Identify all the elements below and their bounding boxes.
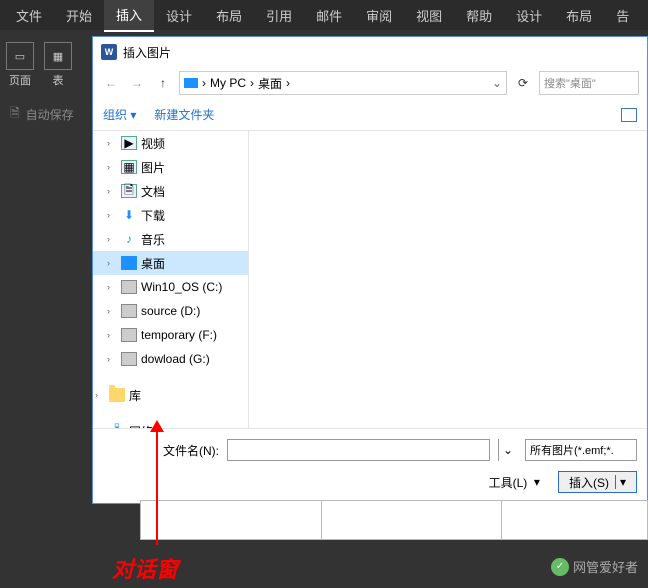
tree-item[interactable]: ›🖧网络 [93, 419, 248, 428]
chevron-right-icon: › [202, 76, 206, 90]
chevron-down-icon: ▾ [130, 108, 136, 122]
chevron-right-icon[interactable]: › [107, 186, 117, 196]
table-icon: ▦ [44, 42, 72, 70]
tree-item[interactable]: ›▶视频 [93, 131, 248, 155]
chevron-right-icon[interactable]: › [107, 306, 117, 316]
ribbon-tab[interactable]: 帮助 [454, 0, 504, 31]
insert-drop-icon[interactable]: ▾ [615, 475, 626, 489]
filename-label: 文件名(N): [163, 442, 219, 459]
filename-input[interactable] [227, 439, 490, 461]
chevron-right-icon[interactable]: › [107, 330, 117, 340]
annotation-text: 对话窗 [112, 552, 178, 584]
tree-item-label: dowload (G:) [141, 352, 210, 366]
chevron-right-icon[interactable]: › [95, 390, 105, 400]
tools-button[interactable]: 工具(L) ▾ [479, 471, 550, 493]
tree-item-label: 库 [129, 387, 141, 404]
annotation-arrow [156, 425, 158, 545]
tree-item-label: 文档 [141, 183, 165, 200]
insert-picture-dialog: W 插入图片 ← → ↑ › My PC › 桌面 › ⌄ ⟳ 搜索"桌面" 组… [92, 36, 648, 504]
tree-item[interactable]: › 桌面 [93, 251, 248, 275]
dialog-titlebar: W 插入图片 [93, 37, 647, 67]
chevron-right-icon[interactable]: › [107, 234, 117, 244]
ribbon-tab[interactable]: 告 [604, 0, 641, 31]
insert-button[interactable]: 插入(S)▾ [558, 471, 637, 493]
table-label: 表 [53, 72, 64, 88]
ribbon-tab[interactable]: 设计 [154, 0, 204, 31]
doc-icon: 🗎 [10, 104, 20, 125]
watermark-text: 网管爱好者 [573, 557, 638, 576]
organize-button[interactable]: 组织 ▾ [103, 106, 136, 123]
refresh-icon[interactable]: ⟳ [513, 73, 533, 93]
tree-item-label: 桌面 [141, 255, 165, 272]
tree-item[interactable]: › Win10_OS (C:) [93, 275, 248, 299]
ribbon-tab[interactable]: 文件 [4, 0, 54, 31]
chevron-right-icon[interactable]: › [95, 426, 105, 428]
tree-item-label: 图片 [141, 159, 165, 176]
ribbon-tab[interactable]: 审阅 [354, 0, 404, 31]
ribbon-tab[interactable]: 插入 [104, 0, 154, 32]
panel-table[interactable]: ▦ 表 [44, 42, 72, 88]
filename-drop-icon[interactable]: ⌄ [498, 439, 517, 461]
pc-icon [184, 78, 198, 88]
dialog-footer: 文件名(N): ⌄ 所有图片(*.emf;*. 工具(L) ▾ 插入(S)▾ [93, 428, 647, 503]
breadcrumb-drop-icon[interactable]: ⌄ [492, 76, 502, 90]
chevron-right-icon: › [250, 76, 254, 90]
crumb-desktop[interactable]: 桌面 [258, 75, 282, 92]
ribbon-tab[interactable]: 布局 [204, 0, 254, 31]
dialog-title-text: 插入图片 [123, 44, 171, 61]
ribbon-tab[interactable]: 布局 [554, 0, 604, 31]
tree-item-label: source (D:) [141, 304, 200, 318]
nav-forward-icon[interactable]: → [127, 73, 147, 93]
page-label: 页面 [9, 72, 31, 88]
chevron-right-icon[interactable]: › [107, 354, 117, 364]
wechat-icon: ✓ [551, 558, 569, 576]
nav-up-icon[interactable]: ↑ [153, 73, 173, 93]
chevron-right-icon: › [286, 76, 290, 90]
tree-item-label: temporary (F:) [141, 328, 217, 342]
chevron-right-icon[interactable]: › [107, 210, 117, 220]
chevron-right-icon[interactable]: › [107, 258, 117, 268]
ribbon-tab[interactable]: 开始 [54, 0, 104, 31]
dialog-toolbar: 组织 ▾ 新建文件夹 [93, 99, 647, 131]
chevron-right-icon[interactable]: › [107, 162, 117, 172]
tree-item-label: Win10_OS (C:) [141, 280, 222, 294]
file-type-filter[interactable]: 所有图片(*.emf;*. [525, 439, 637, 461]
tree-item-label: 下载 [141, 207, 165, 224]
tree-item[interactable]: › source (D:) [93, 299, 248, 323]
chevron-right-icon[interactable]: › [107, 282, 117, 292]
autosave-label: 自动保存 [26, 106, 74, 123]
tree-item[interactable]: › temporary (F:) [93, 323, 248, 347]
ribbon-tab[interactable]: 邮件 [304, 0, 354, 31]
new-folder-button[interactable]: 新建文件夹 [154, 106, 214, 123]
folder-tree[interactable]: ›▶视频›▦图片›🗎文档›⬇下载›♪音乐›桌面›Win10_OS (C:)›so… [93, 131, 249, 428]
tree-item-label: 音乐 [141, 231, 165, 248]
word-icon: W [101, 44, 117, 60]
tree-item[interactable]: ›🗎文档 [93, 179, 248, 203]
breadcrumb[interactable]: › My PC › 桌面 › ⌄ [179, 71, 507, 95]
tree-item-label: 视频 [141, 135, 165, 152]
tree-item[interactable]: › dowload (G:) [93, 347, 248, 371]
ribbon-tab[interactable]: 设计 [504, 0, 554, 31]
chevron-right-icon[interactable]: › [107, 138, 117, 148]
view-options-icon[interactable] [621, 108, 637, 122]
tree-item[interactable]: ›⬇下载 [93, 203, 248, 227]
nav-back-icon[interactable]: ← [101, 73, 121, 93]
ribbon-tab[interactable]: 引用 [254, 0, 304, 31]
nav-bar: ← → ↑ › My PC › 桌面 › ⌄ ⟳ 搜索"桌面" [93, 67, 647, 99]
crumb-mypc[interactable]: My PC [210, 76, 246, 90]
tree-item[interactable]: ›♪音乐 [93, 227, 248, 251]
page-icon: ▭ [6, 42, 34, 70]
file-list[interactable] [249, 131, 647, 428]
watermark: ✓ 网管爱好者 [551, 557, 638, 576]
ribbon-tab[interactable]: 视图 [404, 0, 454, 31]
tree-item[interactable]: ›库 [93, 383, 248, 407]
search-input[interactable]: 搜索"桌面" [539, 71, 639, 95]
tree-item[interactable]: ›▦图片 [93, 155, 248, 179]
ribbon-tabs: 文件开始插入设计布局引用邮件审阅视图帮助设计布局告 [0, 0, 648, 30]
dialog-body: ›▶视频›▦图片›🗎文档›⬇下载›♪音乐›桌面›Win10_OS (C:)›so… [93, 131, 647, 428]
panel-page[interactable]: ▭ 页面 [6, 42, 34, 88]
document-table [140, 500, 648, 540]
